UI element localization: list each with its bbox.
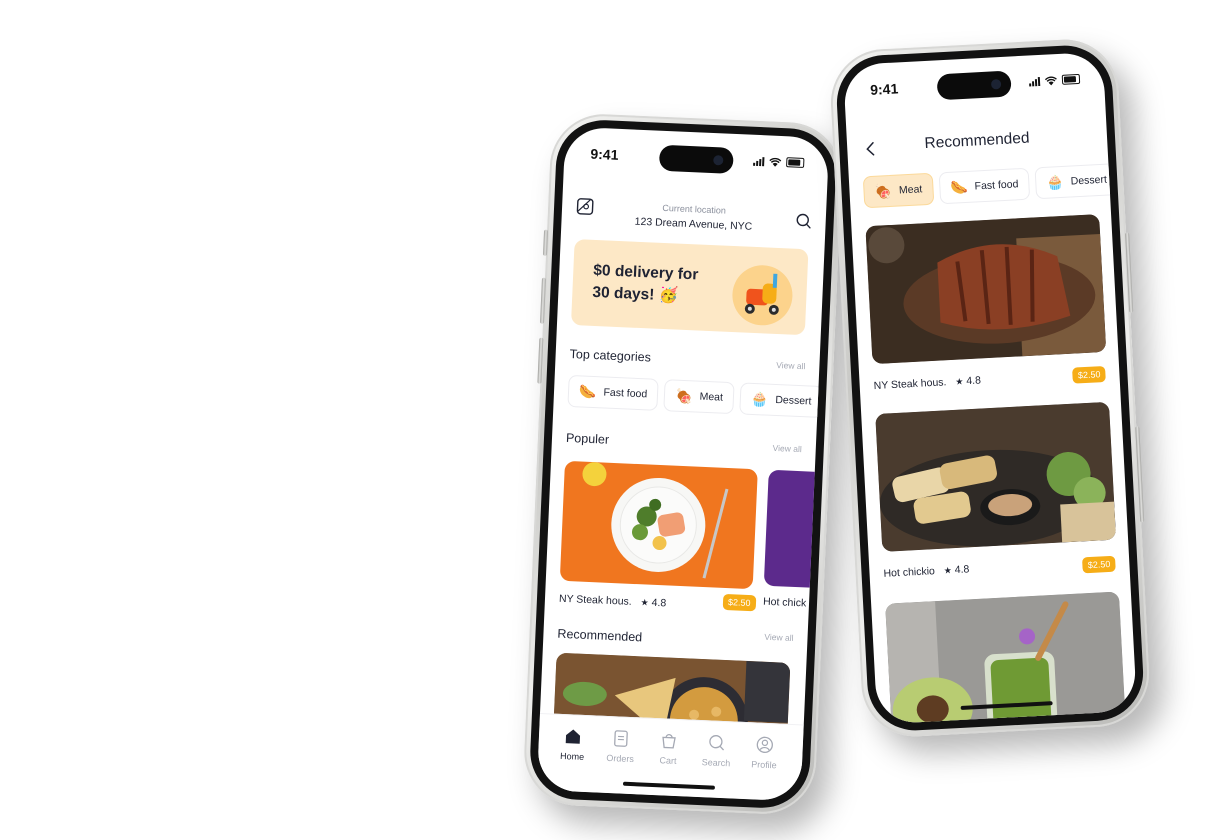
status-bar: 9:41 (564, 143, 829, 178)
rec-item-rating: 4.8 (954, 563, 970, 577)
hotdog-icon: 🌭 (578, 382, 597, 400)
cupcake-icon: 🧁 (1045, 173, 1065, 191)
promo-text: $0 delivery for 30 days! 🥳 (592, 261, 699, 305)
rec-item-rating: 4.8 (966, 374, 982, 388)
star-icon: ★ (640, 597, 649, 608)
grilled-chicken-image (875, 401, 1117, 552)
top-categories-view-all[interactable]: View all (776, 360, 806, 371)
popular-card-image[interactable] (559, 460, 758, 590)
filter-chip-fast-food[interactable]: 🌭 Fast food (938, 167, 1031, 205)
status-bar: 9:41 (844, 68, 1105, 106)
scooter-illustration (731, 264, 794, 327)
action-button (542, 229, 549, 256)
filter-label: Fast food (974, 178, 1019, 193)
recommended-view-all[interactable]: View all (764, 632, 794, 643)
status-time: 9:41 (869, 80, 899, 98)
rec-item-price-2: $2.50 (1082, 555, 1116, 574)
status-icons (1029, 73, 1081, 87)
category-label: Dessert (775, 393, 812, 408)
popular-view-all[interactable]: View all (772, 443, 802, 454)
category-chip-meat[interactable]: 🍖 Meat (663, 379, 735, 415)
filter-chip-meat[interactable]: 🍖 Meat (862, 172, 935, 209)
phone-bezel: 9:41 Recommended 🍖 Meat 🌭 Fast food 🧁 De… (834, 43, 1146, 733)
star-icon: ★ (955, 376, 964, 387)
filter-label: Dessert (1070, 173, 1108, 188)
wifi-icon (769, 157, 782, 167)
home-indicator (622, 781, 715, 790)
dynamic-island (658, 144, 734, 174)
tab-cart[interactable]: Cart (644, 731, 693, 767)
search-icon (709, 735, 725, 751)
page-title: Recommended (924, 129, 1030, 153)
popular-title: Populer (565, 430, 610, 447)
home-icon (565, 729, 581, 744)
popular-item-name: NY Steak hous. (558, 592, 632, 608)
status-time: 9:41 (590, 145, 619, 163)
rec-item-name: Hot chickio (883, 565, 936, 580)
category-chips: 🌭 Fast food 🍖 Meat 🧁 Dessert (567, 374, 824, 419)
category-chip-fast-food[interactable]: 🌭 Fast food (567, 374, 659, 411)
rec-item-price: $2.50 (1072, 365, 1106, 384)
category-chip-dessert[interactable]: 🧁 Dessert (739, 382, 824, 419)
rec-item-row: NY Steak hous. ★ 4.8 (873, 374, 981, 392)
steak-card-image[interactable] (865, 214, 1107, 365)
battery-icon (786, 157, 805, 168)
power-button (1125, 232, 1134, 313)
wifi-icon (1044, 76, 1057, 86)
tab-search[interactable]: Search (692, 733, 741, 769)
orders-icon (614, 730, 628, 747)
tab-label: Search (701, 757, 731, 769)
recommended-screen: 9:41 Recommended 🍖 Meat 🌭 Fast food 🧁 De… (842, 51, 1138, 725)
star-icon: ★ (943, 565, 953, 576)
home-phone: 9:41 Current location 123 Dream Avenue, … (522, 111, 844, 817)
tab-label: Profile (750, 759, 777, 771)
search-icon[interactable] (795, 213, 812, 230)
status-icons (753, 156, 805, 168)
popular-item-price: $2.50 (722, 593, 756, 612)
filter-chip-dessert[interactable]: 🧁 Dessert (1034, 163, 1119, 200)
profile-icon (756, 736, 773, 753)
battery-icon (1061, 73, 1081, 85)
volume-down-button (537, 337, 544, 384)
home-screen: 9:41 Current location 123 Dream Avenue, … (536, 126, 830, 802)
tab-label: Orders (606, 752, 635, 765)
popular-item-rating: 4.8 (651, 596, 667, 610)
scooter-icon (744, 273, 779, 315)
filter-chips: 🍖 Meat 🌭 Fast food 🧁 Dessert (862, 163, 1119, 209)
popular-item-name-2: Hot chick (762, 595, 807, 610)
promo-banner[interactable]: $0 delivery for 30 days! 🥳 (570, 239, 809, 336)
category-label: Meat (699, 390, 724, 404)
category-label: Fast food (603, 386, 648, 401)
side-button (1135, 426, 1145, 523)
signal-icon (753, 157, 765, 167)
meat-icon: 🍖 (674, 387, 693, 404)
volume-up-button (539, 277, 546, 324)
salmon-dish-image (582, 462, 729, 579)
tab-label: Cart (659, 755, 677, 766)
steak-image (865, 214, 1107, 365)
recommended-phone: 9:41 Recommended 🍖 Meat 🌭 Fast food 🧁 De… (828, 36, 1152, 740)
tab-profile[interactable]: Profile (740, 735, 789, 771)
tab-label: Home (559, 750, 585, 762)
filter-label: Meat (898, 183, 923, 197)
cupcake-icon: 🧁 (750, 390, 769, 408)
tab-orders[interactable]: Orders (596, 729, 645, 765)
rec-item-row-2: Hot chickio ★ 4.8 (883, 563, 969, 579)
popular-item-row: NY Steak hous. ★ 4.8 (559, 593, 667, 610)
tab-home[interactable]: Home (548, 726, 597, 762)
popular-card-image-2[interactable] (763, 469, 829, 589)
cart-icon (662, 734, 676, 749)
chicken-card-image[interactable] (875, 401, 1117, 552)
bottom-tab-bar: Home Orders Cart Search Profile (536, 712, 804, 802)
signal-icon (1029, 76, 1041, 87)
hotdog-icon: 🌭 (949, 178, 969, 196)
meat-icon: 🍖 (874, 182, 893, 200)
top-categories-title: Top categories (569, 346, 652, 365)
recommended-title: Recommended (557, 626, 643, 645)
rec-item-name: NY Steak hous. (873, 376, 947, 393)
dynamic-island (936, 70, 1012, 101)
phone-bezel: 9:41 Current location 123 Dream Avenue, … (528, 118, 838, 810)
